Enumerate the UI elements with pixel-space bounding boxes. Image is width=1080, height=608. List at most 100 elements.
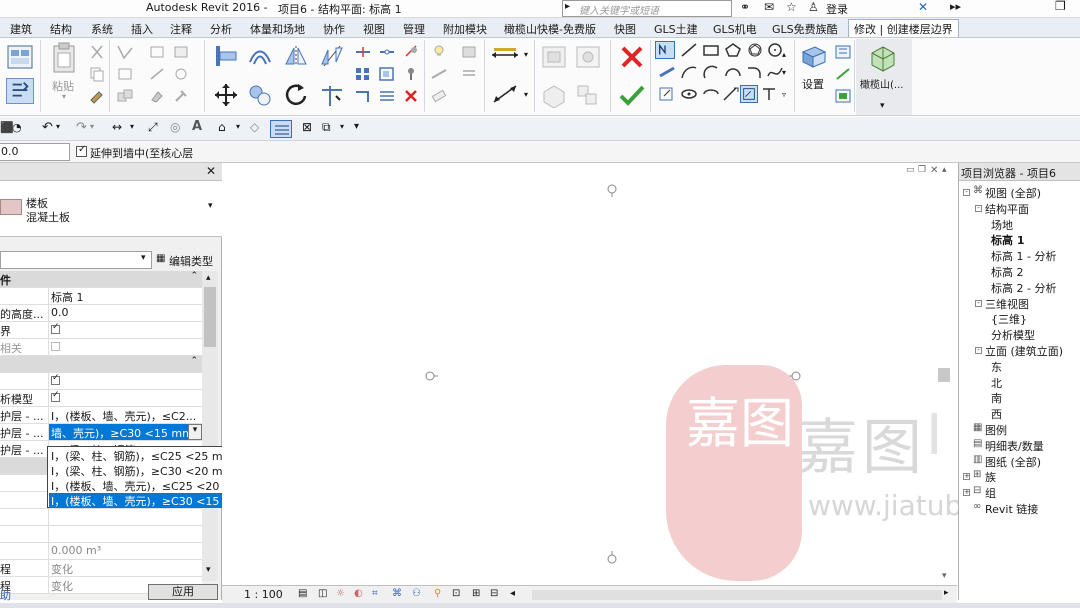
rectangle-icon[interactable] — [702, 42, 720, 58]
type-selector-dropdown-icon[interactable]: ▾ — [208, 201, 213, 211]
scroll-down-icon[interactable]: ▾ — [206, 565, 211, 575]
binoculars-icon[interactable]: ⚭ — [740, 0, 750, 14]
tree-item[interactable]: 图例 — [985, 422, 1007, 438]
3d-view-icon[interactable]: ⌂ — [218, 120, 226, 134]
thin-lines-icon[interactable] — [270, 120, 292, 138]
hammer-icon[interactable] — [172, 88, 190, 104]
trim-multiple-icon[interactable] — [378, 88, 396, 104]
measure-qat-icon[interactable]: ↔ — [112, 120, 122, 134]
tree-item[interactable]: 结构平面 — [985, 201, 1029, 217]
property-row[interactable] — [0, 373, 202, 390]
group-collapse-icon[interactable]: ⌃ — [190, 271, 198, 281]
property-row[interactable] — [0, 526, 202, 543]
text-icon[interactable]: A — [192, 119, 202, 134]
help-search-input[interactable]: ▸ 键入关键字或短语 — [562, 0, 732, 17]
shadows-icon[interactable]: ◐ — [354, 588, 363, 599]
crop-view-icon[interactable]: ⌗ — [372, 588, 378, 599]
more-arrow-icon[interactable]: ▸▸ — [950, 0, 961, 13]
inscribed-polygon-icon[interactable] — [724, 42, 742, 58]
tab-collaborate[interactable]: 协作 — [323, 21, 345, 37]
property-row[interactable]: 标高 1 — [0, 288, 202, 305]
elevation-marker-west[interactable] — [425, 371, 438, 381]
tree-item[interactable]: 场地 — [991, 217, 1013, 233]
olive-mountain-label[interactable]: 橄榄山(... — [860, 76, 903, 91]
cancel-edit-mode-icon[interactable] — [618, 44, 646, 70]
tangent-arc-icon[interactable] — [724, 64, 742, 80]
move-icon[interactable] — [212, 82, 240, 108]
property-row[interactable] — [0, 509, 202, 526]
tree-item[interactable]: 标高 1 - 分析 — [991, 248, 1056, 264]
apply-button[interactable]: 应用 — [148, 584, 218, 600]
property-value[interactable]: 标高 1 — [48, 288, 202, 304]
set-work-plane-icon[interactable] — [800, 44, 828, 70]
show-crop-icon[interactable]: ⌘ — [392, 588, 402, 599]
pick-walls-icon[interactable] — [658, 64, 676, 80]
create-assembly-icon[interactable] — [540, 82, 568, 109]
offset-icon[interactable] — [246, 44, 274, 68]
tree-item[interactable]: 组 — [985, 485, 996, 501]
aligned-dimension-icon[interactable]: ⤢ — [148, 120, 158, 135]
offset-input[interactable]: 0.0 — [0, 143, 70, 161]
dimension-dropdown-icon[interactable]: ▾ — [524, 90, 528, 99]
edit-type-icon[interactable]: ▦ — [156, 253, 165, 264]
measure-dropdown-icon[interactable]: ▾ — [524, 50, 528, 59]
property-row[interactable]: 护层 - ... I，(楼板、墙、壳元)，≤C2... — [0, 407, 202, 424]
span-direction-icon[interactable] — [722, 86, 740, 102]
property-row[interactable]: 界 — [0, 322, 202, 339]
cope-icon[interactable] — [116, 44, 134, 60]
tab-addins[interactable]: 附加模块 — [443, 21, 487, 37]
scroll-up-icon[interactable]: ▴ — [206, 273, 211, 283]
property-value[interactable] — [48, 339, 202, 355]
view-menu-icon[interactable] — [460, 66, 478, 82]
measure-icon[interactable] — [490, 46, 520, 64]
set-work-plane-label[interactable]: 设置 — [802, 76, 824, 92]
highlight-displacement-icon[interactable]: ⊟ — [490, 588, 498, 599]
instance-filter-select[interactable]: ▾ — [0, 251, 152, 269]
tab-architecture[interactable]: 建筑 — [10, 21, 32, 37]
property-value[interactable]: 变化 — [48, 560, 202, 576]
cover-dropdown-arrow-icon[interactable]: ▾ — [188, 424, 202, 440]
work-plane-icon[interactable] — [760, 86, 778, 102]
subscription-icon[interactable]: ✉ — [764, 0, 774, 14]
type-properties-icon[interactable] — [6, 78, 34, 104]
property-row[interactable]: 程 变化 — [0, 560, 202, 577]
type-selector[interactable]: 楼板 混凝土板 ▾ — [0, 181, 222, 237]
tree-item[interactable]: 三维视图 — [985, 296, 1029, 312]
properties-scrollbar[interactable]: ▴ ▾ — [202, 271, 218, 581]
scroll-thumb[interactable] — [204, 287, 216, 347]
tree-item[interactable]: 东 — [991, 359, 1002, 375]
tab-olive-mountain[interactable]: 橄榄山快模-免费版 — [504, 21, 596, 37]
drawing-area[interactable]: ▭ ❐ ✕ ▴ ▾ 嘉图 嘉图 I www.jiatubim.co — [222, 163, 1039, 583]
create-part-icon[interactable] — [540, 44, 568, 70]
undo-dropdown-icon[interactable]: ▾ — [56, 122, 60, 131]
tree-item[interactable]: 视图 (全部) — [985, 185, 1041, 201]
property-row[interactable]: 析模型 — [0, 390, 202, 407]
view-bar-more-icon[interactable]: ◂ — [510, 588, 515, 599]
hide-element-icon[interactable] — [430, 44, 448, 60]
property-value[interactable] — [48, 373, 202, 389]
override-graphics-icon[interactable] — [460, 44, 478, 60]
tab-gls-mep[interactable]: GLS机电 — [713, 21, 757, 37]
draw-gallery-expand-icon[interactable]: ▿ — [782, 90, 786, 99]
circumscribed-polygon-icon[interactable] — [746, 42, 764, 58]
redo-dropdown-icon[interactable]: ▾ — [90, 122, 94, 131]
copy-icon[interactable] — [88, 66, 106, 82]
temp-hide-icon[interactable]: ⚇ — [412, 588, 421, 599]
draw-gallery-down-icon[interactable]: ▾ — [782, 68, 786, 77]
copy-element-icon[interactable] — [246, 82, 274, 108]
mirror-draw-axis-icon[interactable] — [318, 44, 346, 68]
tree-toggle-icon[interactable]: + — [963, 473, 970, 481]
user-icon[interactable]: ♙ — [808, 0, 819, 14]
viewer-icon[interactable] — [834, 88, 852, 104]
partial-ellipse-icon[interactable] — [702, 86, 720, 102]
tab-structure[interactable]: 结构 — [50, 21, 72, 37]
ellipse-icon[interactable] — [680, 86, 698, 102]
tree-item[interactable]: 图纸 (全部) — [985, 454, 1041, 470]
property-row[interactable]: 相关 — [0, 339, 202, 356]
tab-insert[interactable]: 插入 — [131, 21, 153, 37]
cut-icon[interactable] — [88, 44, 106, 60]
plugin-dropdown-icon[interactable]: ▾ — [880, 101, 885, 111]
close-hidden-windows-icon[interactable]: ⊠ — [302, 120, 312, 134]
temp-view-props-icon[interactable]: ⊡ — [452, 588, 460, 599]
unpin-icon[interactable] — [402, 44, 420, 60]
